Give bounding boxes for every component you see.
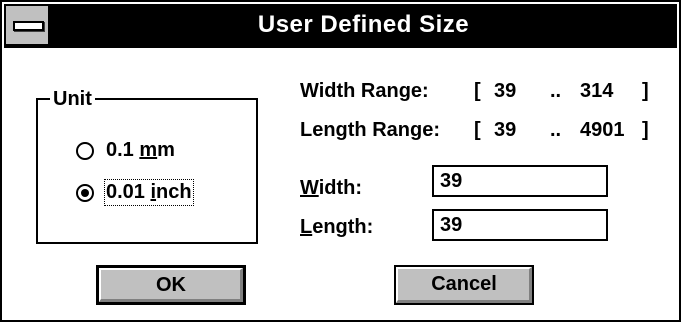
length-range-sep: .. xyxy=(550,119,562,141)
unit-group-label: Unit xyxy=(50,88,95,111)
ok-button[interactable]: OK xyxy=(96,265,246,305)
width-range-max: 314 xyxy=(580,80,614,102)
length-range-open: [ xyxy=(474,119,481,141)
length-field-label: Length: xyxy=(300,216,374,238)
length-range-close: ] xyxy=(642,119,649,141)
user-defined-size-dialog: User Defined Size Unit 0.1 mm 0.01 inch … xyxy=(0,0,681,322)
cancel-button-label: Cancel xyxy=(431,273,497,295)
radio-inch-label[interactable]: 0.01 inch xyxy=(104,179,194,206)
width-range-min: 39 xyxy=(494,80,517,102)
length-input[interactable] xyxy=(432,209,608,241)
unit-groupbox xyxy=(36,98,258,244)
radio-mm-label[interactable]: 0.1 mm xyxy=(106,139,175,162)
width-input[interactable] xyxy=(432,165,608,197)
radio-selected-dot xyxy=(81,189,89,197)
width-range-open: [ xyxy=(474,80,481,102)
radio-inch-circle[interactable] xyxy=(76,184,94,202)
window-title: User Defined Size xyxy=(257,11,470,38)
width-range-sep: .. xyxy=(550,80,562,102)
ok-button-label: OK xyxy=(156,274,186,296)
length-range-max: 4901 xyxy=(580,119,625,141)
width-range-close: ] xyxy=(642,80,649,102)
width-range-label: Width Range: xyxy=(300,80,429,102)
title-bar[interactable]: User Defined Size xyxy=(4,4,677,48)
cancel-button[interactable]: Cancel xyxy=(394,265,534,305)
length-range-label: Length Range: xyxy=(300,119,440,141)
system-menu-icon xyxy=(13,21,44,31)
radio-mm-circle[interactable] xyxy=(76,142,94,160)
system-menu-button[interactable] xyxy=(6,6,50,44)
length-range-min: 39 xyxy=(494,119,517,141)
width-field-label: Width: xyxy=(300,177,363,199)
